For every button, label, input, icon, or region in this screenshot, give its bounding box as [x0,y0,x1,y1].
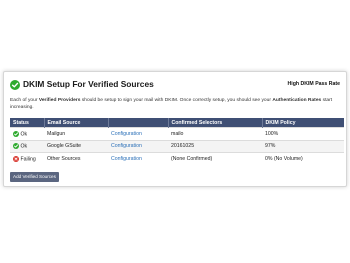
configuration-link[interactable]: Configuration [111,143,142,149]
confirmed-selectors: (None Confirmed) [168,152,262,165]
check-circle-icon [10,80,20,90]
status-text: Ok [20,143,28,150]
status-text: Failing [20,155,36,162]
confirmed-selectors: 20161025 [168,139,262,153]
column-header: DKIM Policy [262,118,344,128]
email-source: Google GSuite [44,139,108,153]
dkim-policy: 0% (No Volume) [262,152,344,165]
add-verified-sources-button[interactable]: Add Verified Sources [10,172,59,182]
panel-header: DKIM Setup For Verified Sources High DKI… [10,79,340,94]
table-row: Ok Mailgun Configuration mailo 100% [10,127,344,140]
configuration-link[interactable]: Configuration [111,131,142,137]
authentication-rates-text: Authentication Rates [272,98,322,103]
column-header: Email Source [44,118,109,128]
dkim-policy: 100% [262,127,344,140]
check-circle-icon [13,143,19,150]
x-circle-icon [13,155,19,162]
table-row: Ok Google GSuite Configuration 20161025 … [10,139,344,153]
dkim-setup-panel: DKIM Setup For Verified Sources High DKI… [3,71,347,187]
column-header: Confirmed Selectors [168,118,263,128]
description: Each of your Verified Providers should b… [10,98,333,110]
column-header [108,118,169,128]
email-source: Mailgun [44,127,108,140]
email-source: Other Sources [44,152,108,165]
sources-table: Status Email Source Confirmed Selectors … [10,118,344,165]
status-text: Ok [20,130,28,137]
panel-title: DKIM Setup For Verified Sources [23,79,154,89]
confirmed-selectors: mailo [168,127,262,140]
table-header-row: Status Email Source Confirmed Selectors … [10,118,344,128]
dkim-policy: 97% [262,139,344,153]
configuration-link[interactable]: Configuration [111,156,142,162]
column-header: Status [10,118,45,128]
pass-rate-label: High DKIM Pass Rate [287,81,340,87]
verified-providers-text: Verified Providers [38,98,81,103]
check-circle-icon [13,130,19,137]
table-row: Failing Other Sources Configuration (Non… [10,152,344,165]
